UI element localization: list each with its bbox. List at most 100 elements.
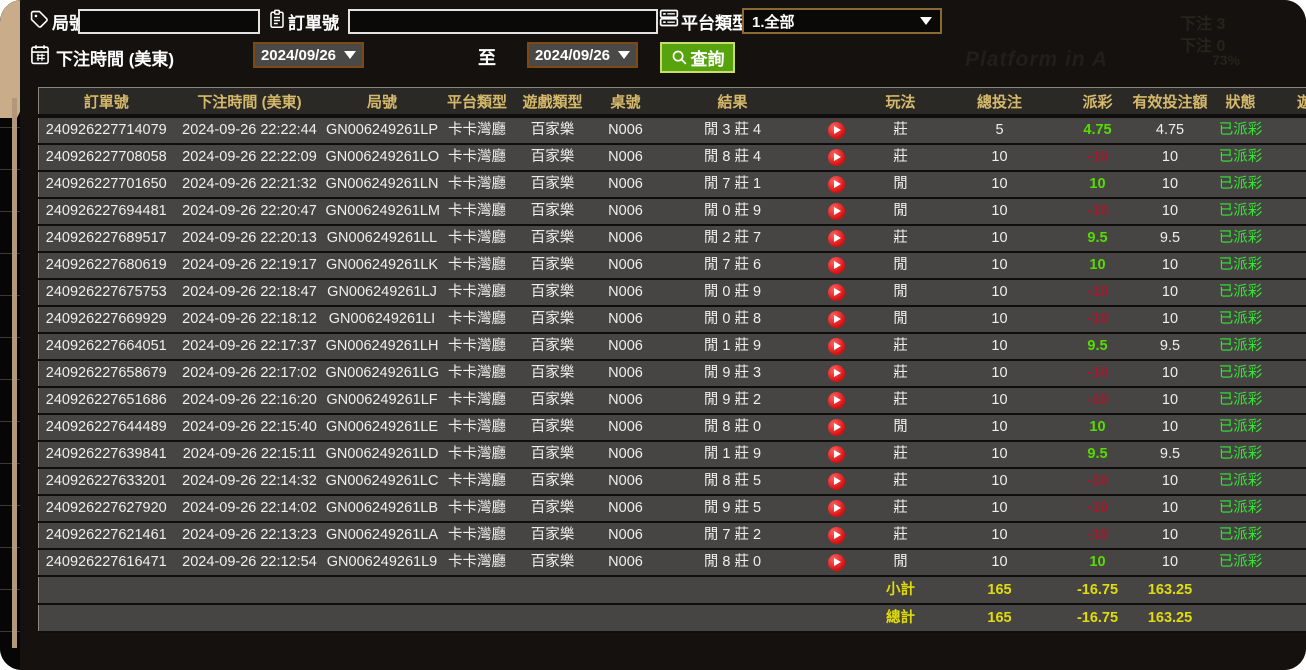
bet-records-table: 訂單號 下注時間 (美東) 局號 平台類型 遊戲類型 桌號 結果 玩法 總投注 派彩 有效投注額 狀態… [38, 87, 1306, 633]
cell-table_no: N006 [589, 332, 662, 361]
replay-video-icon[interactable] [828, 310, 845, 328]
replay-video-icon[interactable] [828, 256, 845, 274]
cell-replay [803, 224, 870, 253]
cell-extra [1268, 115, 1306, 145]
date-from-select[interactable]: 2024/09/26 [253, 42, 364, 68]
replay-video-icon[interactable] [828, 175, 845, 193]
cell-order: 240926227658679 [38, 359, 174, 388]
cell-replay [803, 278, 870, 307]
cell-replay [803, 143, 870, 172]
cell-order: 240926227701650 [38, 170, 174, 199]
cell-extra [1268, 494, 1306, 523]
cell-valid_bet: 10 [1127, 305, 1213, 334]
summary-table_no [589, 575, 662, 605]
search-button[interactable]: 查詢 [660, 42, 735, 73]
cell-replay [803, 305, 870, 334]
summary-table_no [589, 603, 662, 633]
cell-replay [803, 494, 870, 523]
replay-video-icon[interactable] [828, 229, 845, 247]
replay-video-icon[interactable] [828, 553, 845, 571]
cell-result: 閒 8 莊 0 [661, 548, 804, 577]
replay-video-icon[interactable] [828, 148, 845, 166]
bet-records-window: 局號 訂單號 平台類型 1.全部 下注時間 (美東) 2024/09/26 至 … [0, 0, 1306, 670]
cell-replay [803, 386, 870, 415]
cell-play: 莊 [869, 332, 932, 361]
summary-game_type [515, 575, 590, 605]
summary-total_bet: 165 [931, 603, 1068, 633]
table-row: 240926227669929 2024-09-26 22:18:12 GN0062… [38, 305, 1306, 334]
date-to-value: 2024/09/26 [534, 46, 611, 64]
column-header-extra: 遊 [1268, 87, 1306, 118]
column-header-game_type: 遊戲類型 [515, 87, 590, 118]
cell-result: 閒 2 莊 7 [661, 224, 804, 253]
cell-total_bet: 10 [931, 143, 1068, 172]
cell-replay [803, 413, 870, 442]
cell-valid_bet: 10 [1127, 170, 1213, 199]
order-number-input[interactable] [348, 9, 658, 34]
cell-game: GN006249261LA [325, 521, 439, 550]
replay-video-icon[interactable] [828, 418, 845, 436]
bet-time-label: 下注時間 (美東) [56, 50, 175, 69]
background-faint-text: 下注 3 [1180, 16, 1226, 33]
replay-video-icon[interactable] [828, 499, 845, 517]
table-row: 240926227701650 2024-09-26 22:21:32 GN0062… [38, 170, 1306, 199]
cell-game: GN006249261LD [325, 440, 439, 469]
cell-platform: 卡卡灣廳 [438, 548, 516, 577]
cell-platform: 卡卡灣廳 [438, 224, 516, 253]
cell-time: 2024-09-26 22:18:47 [173, 278, 326, 307]
cell-game_type: 百家樂 [515, 143, 590, 172]
cell-replay [803, 440, 870, 469]
cell-total_bet: 10 [931, 359, 1068, 388]
cell-valid_bet: 10 [1127, 386, 1213, 415]
cell-valid_bet: 10 [1127, 413, 1213, 442]
replay-video-icon[interactable] [828, 472, 845, 490]
cell-platform: 卡卡灣廳 [438, 170, 516, 199]
cell-result: 閒 1 莊 9 [661, 332, 804, 361]
cell-payout: -10 [1067, 386, 1128, 415]
table-row: 240926227694481 2024-09-26 22:20:47 GN0062… [38, 197, 1306, 226]
cell-extra [1268, 386, 1306, 415]
date-to-select[interactable]: 2024/09/26 [527, 42, 638, 68]
cell-time: 2024-09-26 22:18:12 [173, 305, 326, 334]
table-row: 240926227708058 2024-09-26 22:22:09 GN0062… [38, 143, 1306, 172]
summary-platform [438, 575, 516, 605]
cell-table_no: N006 [589, 251, 662, 280]
replay-video-icon[interactable] [828, 121, 845, 139]
replay-video-icon[interactable] [828, 364, 845, 382]
replay-video-icon[interactable] [828, 391, 845, 409]
platform-type-select[interactable]: 1.全部 [742, 8, 942, 34]
table-row: 240926227675753 2024-09-26 22:18:47 GN0062… [38, 278, 1306, 307]
cell-valid_bet: 9.5 [1127, 440, 1213, 469]
round-number-input[interactable] [78, 9, 260, 34]
cell-time: 2024-09-26 22:15:40 [173, 413, 326, 442]
cell-status: 已派彩 [1212, 251, 1269, 280]
cell-extra [1268, 359, 1306, 388]
cell-result: 閒 8 莊 0 [661, 413, 804, 442]
cell-status: 已派彩 [1212, 170, 1269, 199]
cell-play: 莊 [869, 494, 932, 523]
cell-replay [803, 359, 870, 388]
cell-game_type: 百家樂 [515, 413, 590, 442]
replay-video-icon[interactable] [828, 283, 845, 301]
cell-order: 240926227633201 [38, 467, 174, 496]
cell-platform: 卡卡灣廳 [438, 440, 516, 469]
replay-video-icon[interactable] [828, 202, 845, 220]
cell-platform: 卡卡灣廳 [438, 413, 516, 442]
table-row: 240926227651686 2024-09-26 22:16:20 GN0062… [38, 386, 1306, 415]
summary-status [1212, 603, 1269, 633]
table-row: 240926227680619 2024-09-26 22:19:17 GN0062… [38, 251, 1306, 280]
replay-video-icon[interactable] [828, 445, 845, 463]
cell-result: 閒 0 莊 9 [661, 197, 804, 226]
cell-payout: 9.5 [1067, 224, 1128, 253]
cell-status: 已派彩 [1212, 197, 1269, 226]
cell-payout: -10 [1067, 359, 1128, 388]
cell-order: 240926227651686 [38, 386, 174, 415]
replay-video-icon[interactable] [828, 337, 845, 355]
cell-status: 已派彩 [1212, 467, 1269, 496]
cell-game: GN006249261LK [325, 251, 439, 280]
cell-play: 閒 [869, 548, 932, 577]
replay-video-icon[interactable] [828, 526, 845, 544]
cell-total_bet: 10 [931, 332, 1068, 361]
cell-result: 閒 7 莊 1 [661, 170, 804, 199]
cell-time: 2024-09-26 22:14:32 [173, 467, 326, 496]
